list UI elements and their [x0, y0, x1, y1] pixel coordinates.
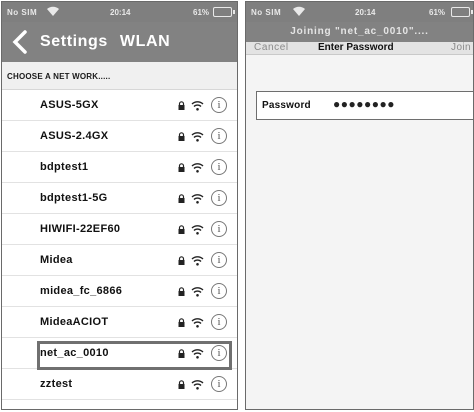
- wifi-signal-icon: [191, 101, 204, 111]
- status-bar: No SIM 20:14 61%: [2, 2, 237, 22]
- joining-bar: Joining "net_ac_0010"....: [246, 22, 473, 42]
- network-name: ASUS-5GX: [40, 99, 99, 111]
- info-icon[interactable]: i: [211, 159, 227, 175]
- network-row[interactable]: midea_fc_6866 i: [2, 276, 237, 307]
- wifi-signal-icon: [191, 225, 204, 235]
- wifi-signal-icon: [191, 256, 204, 266]
- navigation-bar: Settings WLAN: [2, 22, 237, 62]
- network-name: MideaACIOT: [40, 316, 109, 328]
- info-icon[interactable]: i: [211, 190, 227, 206]
- network-name: bdptest1: [40, 161, 89, 173]
- password-field[interactable]: Password ●●●●●●●●: [256, 91, 473, 120]
- network-row[interactable]: net_ac_0010 i: [2, 338, 237, 370]
- joining-title: Joining "net_ac_0010"....: [290, 26, 429, 37]
- info-icon[interactable]: i: [211, 314, 227, 330]
- status-time: 20:14: [355, 8, 376, 17]
- network-name: bdptest1-5G: [40, 192, 108, 204]
- network-name: zztest: [40, 378, 73, 390]
- status-time: 20:14: [110, 8, 131, 17]
- lock-icon: [178, 225, 185, 234]
- network-section-header: CHOOSE A NET WORK.....: [2, 62, 237, 90]
- info-icon[interactable]: i: [211, 128, 227, 144]
- network-row[interactable]: zztest i: [2, 369, 237, 400]
- password-label: Password: [262, 100, 311, 111]
- cancel-button[interactable]: Cancel: [254, 42, 289, 53]
- enter-password-title: Enter Password: [318, 42, 394, 53]
- wifi-signal-icon: [191, 163, 204, 173]
- lock-icon: [178, 318, 185, 327]
- lock-icon: [178, 101, 185, 110]
- carrier-label: No SIM: [7, 8, 38, 17]
- back-button-label[interactable]: Settings: [40, 33, 108, 50]
- enter-password-screen: No SIM 20:14 61% Joining "net_ac_0010"..…: [245, 1, 474, 410]
- back-chevron-icon[interactable]: [10, 30, 32, 54]
- lock-icon: [178, 256, 185, 265]
- network-name: Midea: [40, 254, 73, 266]
- lock-icon: [178, 132, 185, 141]
- network-row[interactable]: bdptest1 i: [2, 152, 237, 183]
- password-form: Password ●●●●●●●●: [246, 55, 473, 409]
- wifi-signal-icon: [191, 132, 204, 142]
- wifi-signal-icon: [191, 194, 204, 204]
- selection-highlight: [37, 341, 232, 370]
- wifi-status-icon: [47, 6, 59, 16]
- wifi-signal-icon: [191, 318, 204, 328]
- network-name: ASUS-2.4GX: [40, 130, 109, 142]
- lock-icon: [178, 194, 185, 203]
- battery-percent: 61%: [429, 8, 446, 17]
- info-icon[interactable]: i: [211, 221, 227, 237]
- password-toolbar: Cancel Enter Password Join: [246, 42, 473, 55]
- network-name: midea_fc_6866: [40, 285, 123, 297]
- page-title: WLAN: [119, 33, 171, 50]
- network-row[interactable]: HIWIFI-22EF60 i: [2, 214, 237, 245]
- network-row[interactable]: Midea i: [2, 245, 237, 276]
- network-row[interactable]: MideaACIOT i: [2, 307, 237, 338]
- nav-title: Settings WLAN: [40, 33, 170, 51]
- battery-icon: [451, 7, 473, 17]
- password-input[interactable]: ●●●●●●●●: [333, 97, 395, 111]
- network-row[interactable]: ASUS-2.4GX i: [2, 121, 237, 152]
- battery-icon: [213, 7, 235, 17]
- info-icon[interactable]: i: [211, 376, 227, 392]
- lock-icon: [178, 380, 185, 389]
- lock-icon: [178, 287, 185, 296]
- network-row[interactable]: bdptest1-5G i: [2, 183, 237, 214]
- wifi-signal-icon: [191, 287, 204, 297]
- join-button[interactable]: Join: [451, 42, 471, 53]
- wifi-signal-icon: [191, 380, 204, 390]
- carrier-label: No SIM: [251, 8, 282, 17]
- status-bar: No SIM 20:14 61%: [246, 2, 473, 22]
- info-icon[interactable]: i: [211, 97, 227, 113]
- network-row[interactable]: ASUS-5GX i: [2, 90, 237, 121]
- battery-percent: 61%: [193, 8, 210, 17]
- network-list: ASUS-5GX i ASUS-2.4GX i bdptest1 i bdptest1-5G…: [2, 90, 237, 400]
- info-icon[interactable]: i: [211, 283, 227, 299]
- network-name: HIWIFI-22EF60: [40, 223, 121, 235]
- wifi-status-icon: [293, 6, 305, 16]
- lock-icon: [178, 163, 185, 172]
- info-icon[interactable]: i: [211, 252, 227, 268]
- wlan-settings-screen: No SIM 20:14 61% Settings WLAN CHOOSE A N…: [1, 1, 238, 410]
